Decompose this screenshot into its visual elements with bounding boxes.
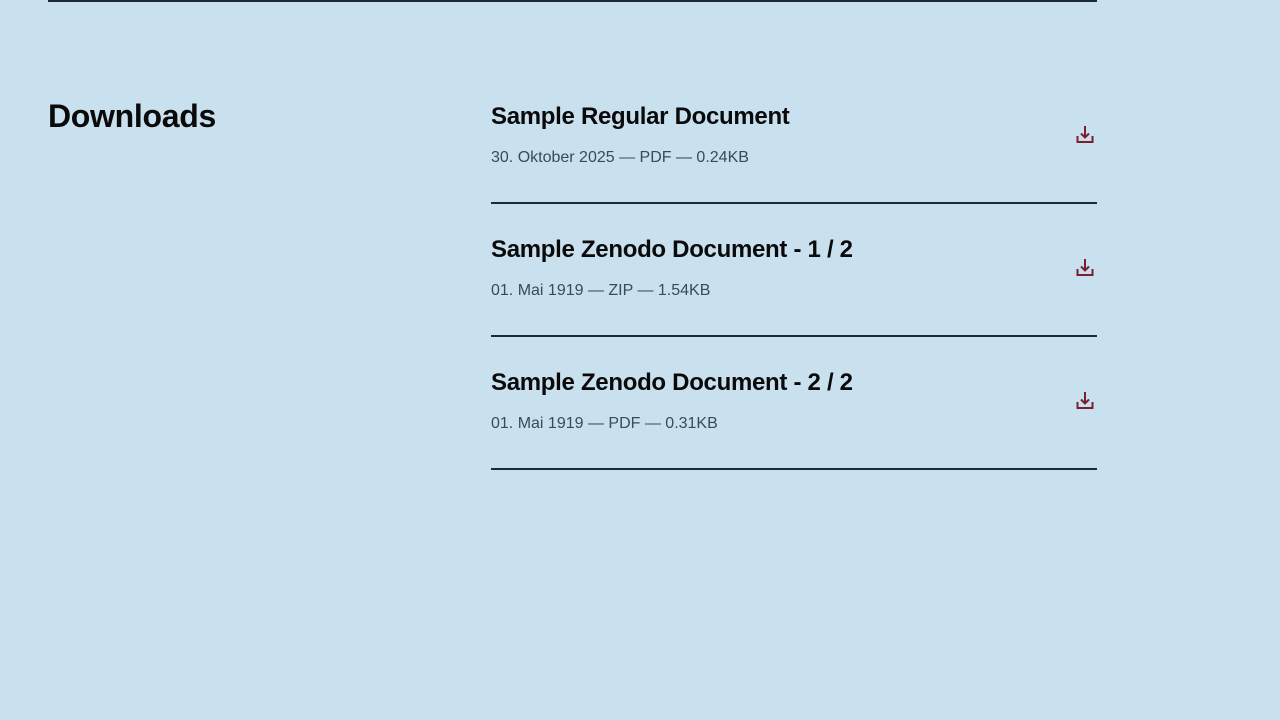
downloads-list: Sample Regular Document 30. Oktober 2025…	[491, 101, 1097, 500]
download-icon	[1075, 258, 1095, 283]
document-meta: 30. Oktober 2025 — PDF — 0.24KB	[491, 149, 749, 166]
download-icon	[1075, 391, 1095, 416]
download-button[interactable]	[1073, 391, 1097, 415]
download-icon	[1075, 125, 1095, 150]
download-item[interactable]: Sample Regular Document 30. Oktober 2025…	[491, 101, 1097, 204]
document-title[interactable]: Sample Regular Document	[491, 101, 790, 133]
document-title[interactable]: Sample Zenodo Document - 2 / 2	[491, 367, 853, 399]
document-meta: 01. Mai 1919 — ZIP — 1.54KB	[491, 282, 711, 299]
section-title: Downloads	[48, 98, 216, 134]
document-title[interactable]: Sample Zenodo Document - 1 / 2	[491, 234, 853, 266]
download-item[interactable]: Sample Zenodo Document - 2 / 2 01. Mai 1…	[491, 367, 1097, 470]
download-item[interactable]: Sample Zenodo Document - 1 / 2 01. Mai 1…	[491, 234, 1097, 337]
document-meta: 01. Mai 1919 — PDF — 0.31KB	[491, 415, 718, 432]
download-button[interactable]	[1073, 258, 1097, 282]
download-button[interactable]	[1073, 125, 1097, 149]
top-divider	[48, 0, 1097, 2]
